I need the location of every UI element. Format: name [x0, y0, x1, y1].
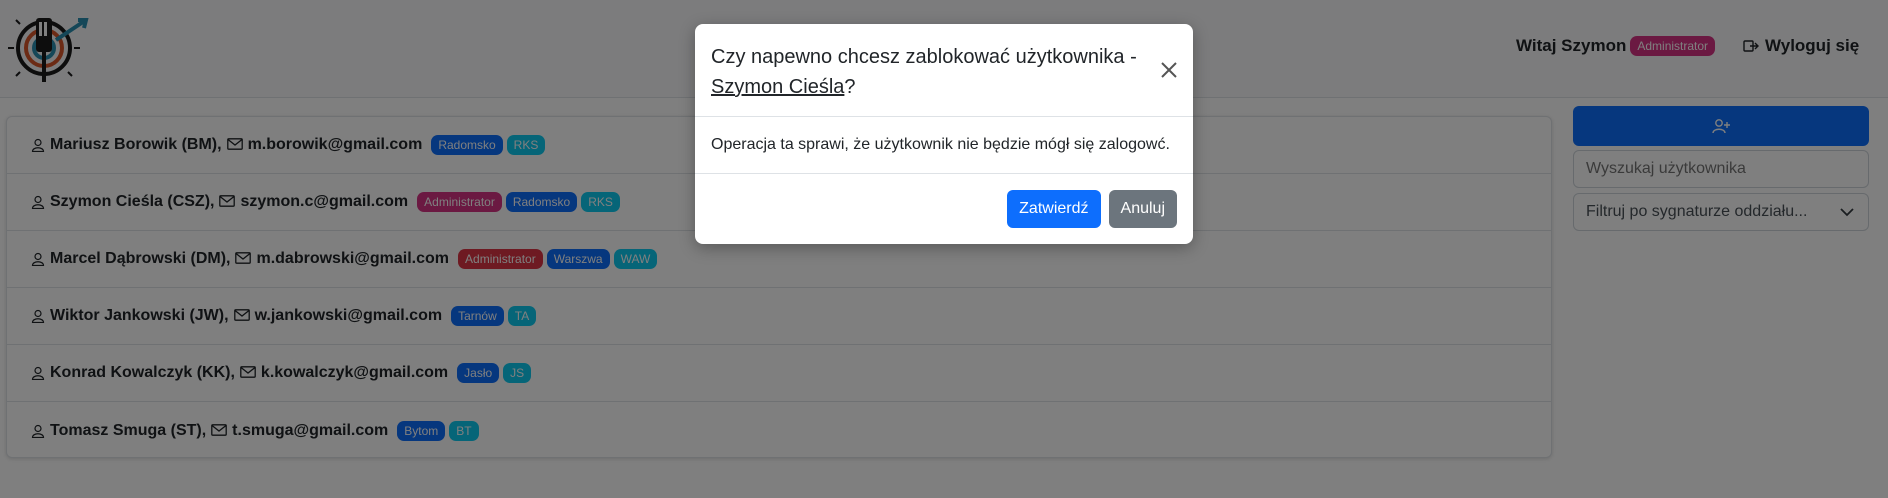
modal-footer: Zatwierdź Anuluj	[695, 174, 1193, 244]
modal-title: Czy napewno chcesz zablokować użytkownik…	[711, 42, 1151, 102]
confirm-button[interactable]: Zatwierdź	[1007, 190, 1101, 228]
modal-title-user: Szymon Cieśla	[711, 76, 845, 98]
modal-title-suffix: ?	[844, 76, 856, 98]
modal-body: Operacja ta sprawi, że użytkownik nie bę…	[695, 117, 1193, 174]
cancel-button[interactable]: Anuluj	[1108, 190, 1177, 228]
close-icon[interactable]	[1157, 58, 1181, 82]
modal-header: Czy napewno chcesz zablokować użytkownik…	[695, 24, 1193, 117]
block-user-modal: Czy napewno chcesz zablokować użytkownik…	[695, 24, 1193, 244]
modal-body-text: Operacja ta sprawi, że użytkownik nie bę…	[711, 136, 1170, 153]
modal-title-prefix: Czy napewno chcesz zablokować użytkownik…	[711, 46, 1137, 68]
